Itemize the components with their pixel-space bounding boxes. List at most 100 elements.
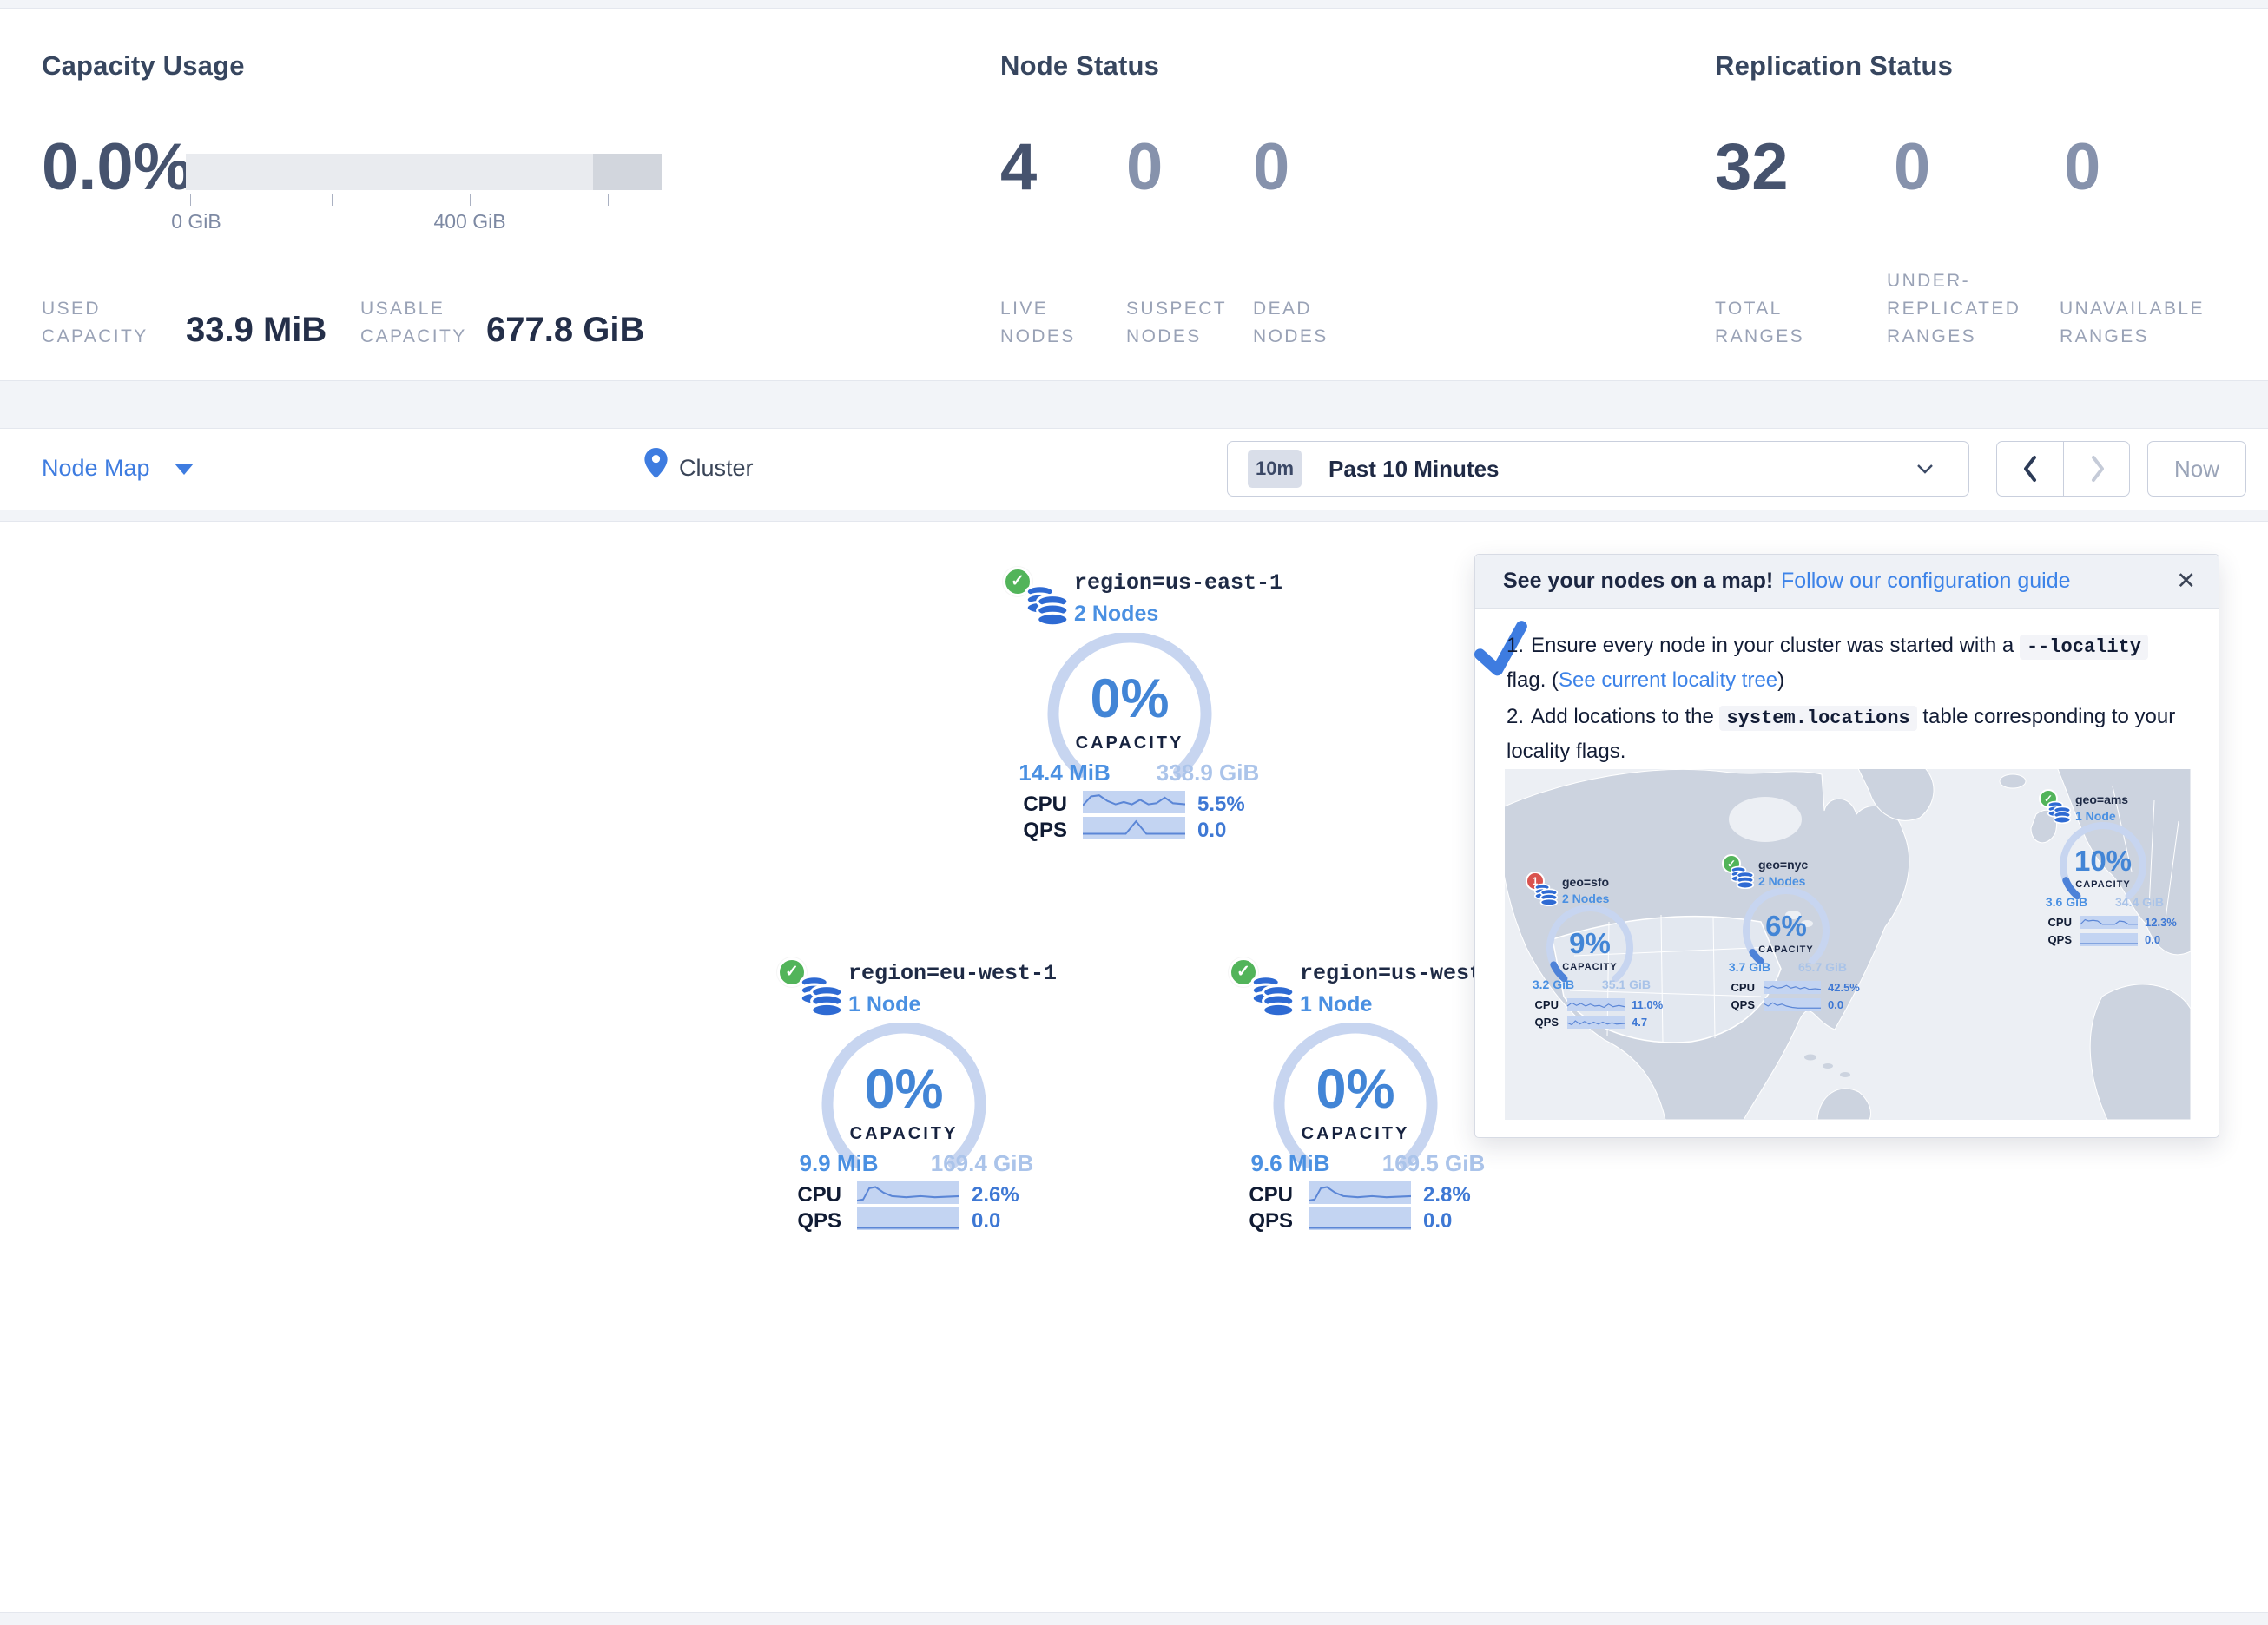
capacity-total-value: 65.7 GiB <box>1788 960 1857 974</box>
step-number: 2. <box>1507 701 1531 734</box>
capacity-used-value: 3.2 GiB <box>1520 977 1586 991</box>
capacity-percent: 0% <box>1216 1058 1494 1121</box>
view-selector-dropdown[interactable]: Node Map <box>42 455 194 482</box>
map-pin-icon <box>644 448 668 478</box>
popup-header: See your nodes on a map! Follow our conf… <box>1475 555 2219 609</box>
time-range-dropdown[interactable]: 10m Past 10 Minutes <box>1227 441 1969 497</box>
chevron-right-icon <box>2089 455 2106 483</box>
unavailable-count: 0 <box>2064 135 2100 201</box>
close-icon[interactable]: ✕ <box>2176 568 2196 595</box>
chevron-left-icon <box>2021 455 2039 483</box>
qps-sparkline <box>1567 1016 1625 1029</box>
breadcrumb[interactable]: Cluster <box>644 448 668 483</box>
breadcrumb-cluster-label: Cluster <box>679 455 754 482</box>
database-stack-icon <box>1533 883 1559 906</box>
qps-label: QPS <box>765 1209 841 1234</box>
database-stack-icon <box>1022 582 1071 628</box>
node-map-panel: ✓ region=us-east-1 2 Nodes 0% CAPACITY 1… <box>0 521 2268 1613</box>
cpu-row: CPU 2.8% <box>1216 1183 1494 1206</box>
capacity-used-value: 9.6 MiB <box>1225 1150 1355 1177</box>
configuration-guide-link[interactable]: Follow our configuration guide <box>1781 569 2071 594</box>
qps-value: 0.0 <box>972 1209 1000 1234</box>
capacity-label: CAPACITY <box>1216 1124 1494 1144</box>
qps-sparkline <box>857 1207 959 1230</box>
cpu-label: CPU <box>1216 1183 1293 1207</box>
time-step-buttons <box>1996 441 2130 497</box>
capacity-total-value: 338.9 GiB <box>1143 760 1273 786</box>
node-group-us-west-1[interactable]: ✓ region=us-west-1 1 Node 0% CAPACITY 9.… <box>1216 956 1494 1242</box>
capacity-total-value: 34.4 GiB <box>2105 895 2174 909</box>
capacity-total-value: 35.1 GiB <box>1592 977 1661 991</box>
live-nodes-label: LIVE NODES <box>1000 295 1096 351</box>
capacity-label: CAPACITY <box>2034 879 2172 890</box>
node-count-link: 2 Nodes <box>1758 874 1805 888</box>
map-node-geo-sfo[interactable]: 1 geo=sfo 2 Nodes 9% CAPACITY 3.2 GiB 35… <box>1520 870 1664 1033</box>
cpu-value: 2.8% <box>1423 1183 1471 1207</box>
time-step-back-button[interactable] <box>1997 442 2064 496</box>
qps-value: 0.0 <box>2145 933 2160 946</box>
time-step-forward-button[interactable] <box>2064 442 2131 496</box>
capacity-label: CAPACITY <box>1717 944 1856 955</box>
usable-capacity-label: USABLE CAPACITY <box>360 295 486 351</box>
node-count-link[interactable]: 2 Nodes <box>1074 602 1158 627</box>
step-text: Ensure every node in your cluster was st… <box>1531 634 2020 657</box>
qps-row: QPS 0.0 <box>2034 933 2177 947</box>
capacity-percent: 0% <box>765 1058 1043 1121</box>
time-range-badge: 10m <box>1248 450 1302 488</box>
locality-label: geo=nyc <box>1758 858 1808 872</box>
qps-sparkline <box>1764 998 1821 1011</box>
config-step-1: 1.Ensure every node in your cluster was … <box>1507 629 2192 697</box>
node-count-link[interactable]: 1 Node <box>848 992 920 1017</box>
axis-tick <box>332 194 333 206</box>
capacity-percent: 10% <box>2034 845 2172 878</box>
database-stack-icon <box>796 973 845 1018</box>
database-stack-icon <box>1729 865 1755 889</box>
node-group-us-east-1[interactable]: ✓ region=us-east-1 2 Nodes 0% CAPACITY 1… <box>991 565 1269 852</box>
capacity-percent: 0% <box>991 668 1269 730</box>
qps-label: QPS <box>1520 1016 1559 1029</box>
under-replicated-label: UNDER-REPLICATED RANGES <box>1887 267 2039 351</box>
usable-capacity-value: 677.8 GiB <box>486 311 644 350</box>
qps-sparkline <box>1309 1207 1411 1230</box>
cpu-row: CPU 42.5% <box>1717 981 1860 995</box>
axis-tick <box>608 194 609 206</box>
code-system-locations: system.locations <box>1719 706 1916 731</box>
node-group-eu-west-1[interactable]: ✓ region=eu-west-1 1 Node 0% CAPACITY 9.… <box>765 956 1043 1242</box>
capacity-label: CAPACITY <box>765 1124 1043 1144</box>
cpu-row: CPU 11.0% <box>1520 998 1664 1012</box>
locality-label: geo=ams <box>2075 793 2128 806</box>
qps-label: QPS <box>2034 933 2072 946</box>
capacity-label: CAPACITY <box>991 734 1269 753</box>
node-count-link: 2 Nodes <box>1562 891 1609 905</box>
map-node-geo-ams[interactable]: ✓ geo=ams 1 Node 10% CAPACITY 3.6 GiB 34… <box>2034 787 2177 951</box>
step-text: Add locations to the <box>1531 705 1719 728</box>
qps-row: QPS 4.7 <box>1520 1016 1664 1030</box>
locality-tree-link[interactable]: See current locality tree <box>1559 668 1777 692</box>
total-ranges-count: 32 <box>1715 135 1789 201</box>
capacity-usage-percent: 0.0% <box>42 135 192 201</box>
map-node-geo-nyc[interactable]: ✓ geo=nyc 2 Nodes 6% CAPACITY 3.7 GiB 65… <box>1717 852 1860 1016</box>
popup-title: See your nodes on a map! <box>1503 569 1773 594</box>
cpu-value: 12.3% <box>2145 916 2177 929</box>
time-range-value: Past 10 Minutes <box>1328 456 1500 483</box>
qps-row: QPS 0.0 <box>765 1209 1043 1232</box>
chevron-down-icon <box>1916 463 1934 475</box>
cpu-value: 42.5% <box>1828 981 1860 994</box>
qps-value: 0.0 <box>1197 819 1226 843</box>
cpu-sparkline <box>1083 791 1185 813</box>
locality-label: region=eu-west-1 <box>848 961 1057 986</box>
now-button[interactable]: Now <box>2147 441 2246 497</box>
cpu-value: 2.6% <box>972 1183 1019 1207</box>
capacity-total-value: 169.5 GiB <box>1368 1150 1499 1177</box>
qps-sparkline <box>2080 933 2138 946</box>
config-step-2: 2.Add locations to the system.locations … <box>1507 701 2192 768</box>
capacity-used-value: 14.4 MiB <box>999 760 1130 786</box>
capacity-percent: 9% <box>1520 927 1659 960</box>
axis-tick <box>470 194 471 206</box>
suspect-nodes-label: SUSPECT NODES <box>1126 295 1235 351</box>
live-nodes-count: 4 <box>1000 135 1037 201</box>
database-stack-icon <box>1248 973 1296 1018</box>
cpu-sparkline <box>1309 1181 1411 1204</box>
dead-nodes-count: 0 <box>1253 135 1289 201</box>
node-count-link[interactable]: 1 Node <box>1300 992 1372 1017</box>
